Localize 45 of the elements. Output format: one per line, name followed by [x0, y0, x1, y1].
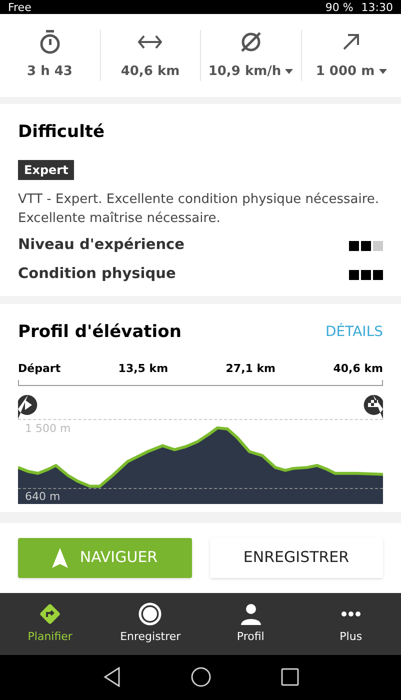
- start-marker-icon: [18, 394, 38, 418]
- finish-flag-marker-icon: [363, 394, 383, 418]
- square-icon: [361, 270, 371, 280]
- double-arrow-icon: [138, 34, 162, 49]
- diameter-icon: [240, 30, 262, 53]
- recents-icon[interactable]: [280, 668, 298, 686]
- rating-label: Condition physique: [18, 264, 176, 284]
- section-title: Profil d'élévation: [18, 320, 182, 344]
- caret-icon[interactable]: [285, 69, 294, 74]
- min-elevation-label: 640 m: [25, 488, 60, 504]
- distance-label: 27,1 km: [226, 361, 276, 377]
- person-icon: [240, 602, 261, 625]
- distance-label: 13,5 km: [118, 361, 168, 377]
- battery-text: 90 %: [325, 0, 354, 14]
- section-title: Difficulté: [18, 121, 106, 144]
- stat-value: 3 h 43: [27, 62, 72, 81]
- max-elevation-label: 1 500 m: [25, 420, 71, 436]
- square-icon: [373, 270, 383, 280]
- square-icon: [349, 240, 359, 250]
- caret-icon[interactable]: [378, 69, 387, 74]
- square-icon: [373, 240, 383, 250]
- difficulty-description: VTT - Expert. Excellente condition physique nécessaire. Excellente maîtrise nécessaire.: [18, 190, 380, 228]
- more-icon: [340, 610, 361, 617]
- nav-tab[interactable]: Profil: [200, 592, 301, 654]
- square-icon: [349, 270, 359, 280]
- carrier-text: Free: [8, 0, 32, 14]
- home-icon[interactable]: [190, 667, 210, 688]
- record-button[interactable]: ENREGISTRER: [210, 538, 383, 578]
- nav-tab[interactable]: Planifier: [0, 592, 100, 654]
- distance-label: Départ: [18, 361, 61, 377]
- diagonal-arrow-icon: [342, 32, 360, 51]
- record-icon: [138, 602, 162, 626]
- nav-tab[interactable]: Enregistrer: [100, 592, 200, 654]
- nav-tab[interactable]: Plus: [300, 592, 401, 654]
- distance-label: 40,6 km: [333, 361, 383, 377]
- time-text: 13:30: [361, 0, 393, 14]
- stopwatch-icon: [38, 30, 61, 54]
- navigation-arrow-icon: [52, 548, 68, 568]
- rating-label: Niveau d'expérience: [18, 236, 184, 255]
- stat-value: 10,9 km/h: [208, 62, 282, 81]
- stat-value: 40,6 km: [120, 62, 180, 81]
- back-icon[interactable]: [102, 667, 120, 688]
- stat-value: 1 000 m: [316, 62, 375, 81]
- square-icon: [361, 240, 371, 250]
- difficulty-badge: Expert: [18, 160, 74, 180]
